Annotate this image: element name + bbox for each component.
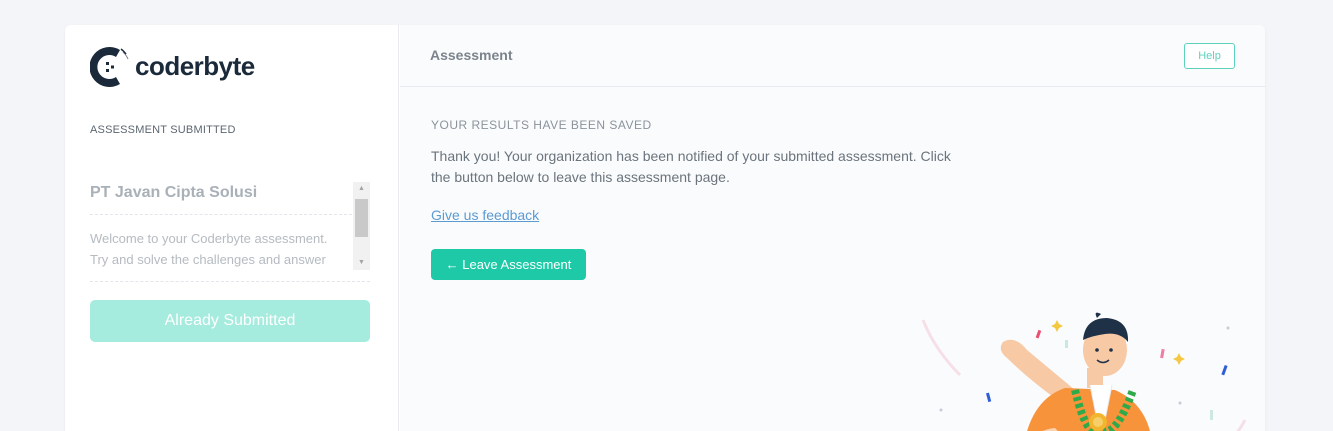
leave-assessment-button[interactable]: ← Leave Assessment	[431, 249, 586, 280]
message-line-2: the button below to leave this assessmen…	[431, 169, 730, 185]
description-line-2: Try and solve the challenges and answer	[90, 252, 326, 267]
results-saved-heading: YOUR RESULTS HAVE BEEN SAVED	[431, 118, 652, 132]
description-line-1: Welcome to your Coderbyte assessment.	[90, 231, 328, 246]
brand-name: coderbyte	[135, 50, 255, 81]
sidebar: coderbyte ASSESSMENT SUBMITTED PT Javan …	[65, 25, 399, 431]
chevron-up-icon[interactable]: ▲	[353, 182, 370, 196]
main-panel: Assessment Help YOUR RESULTS HAVE BEEN S…	[400, 25, 1265, 431]
confirmation-message: Thank you! Your organization has been no…	[431, 146, 1011, 188]
help-button[interactable]: Help	[1184, 43, 1235, 69]
organization-name: PT Javan Cipta Solusi	[90, 184, 258, 201]
feedback-link[interactable]: Give us feedback	[431, 207, 539, 223]
org-divider	[90, 214, 352, 215]
scrollbar-thumb[interactable]	[355, 199, 368, 237]
panel-bottom-divider	[90, 281, 370, 282]
message-line-1: Thank you! Your organization has been no…	[431, 148, 951, 164]
page-title: Assessment	[430, 47, 513, 63]
assessment-description: Welcome to your Coderbyte assessment. Tr…	[90, 228, 350, 270]
celebrating-person-illustration	[921, 312, 1247, 431]
already-submitted-button[interactable]: Already Submitted	[90, 300, 370, 342]
main-header: Assessment Help	[400, 25, 1265, 87]
assessment-card: coderbyte ASSESSMENT SUBMITTED PT Javan …	[65, 25, 1265, 431]
description-scrollbar[interactable]: ▲ ▼	[353, 182, 370, 270]
assessment-status-label: ASSESSMENT SUBMITTED	[90, 124, 236, 136]
brand-logo: coderbyte	[90, 44, 255, 90]
coderbyte-logo-icon	[90, 47, 129, 87]
organization-info-panel[interactable]: PT Javan Cipta Solusi Welcome to your Co…	[90, 182, 370, 282]
chevron-down-icon[interactable]: ▼	[353, 256, 370, 270]
